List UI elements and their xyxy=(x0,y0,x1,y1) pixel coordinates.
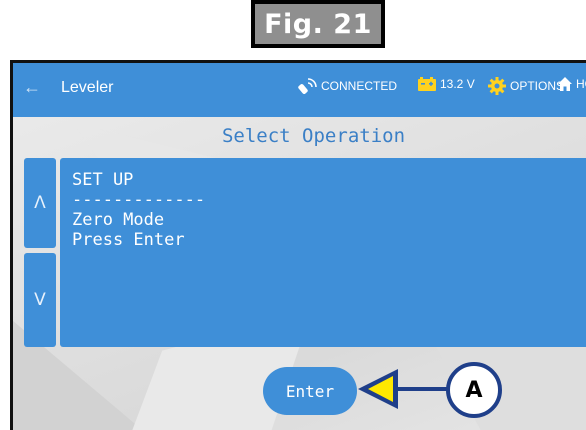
home-button[interactable]: HOM xyxy=(558,77,586,91)
options-label: OPTIONS xyxy=(510,79,565,93)
figure-label: Fig. 21 xyxy=(251,0,385,48)
figure-label-text: Fig. 21 xyxy=(255,4,381,44)
home-label: HOM xyxy=(576,77,586,91)
figure-page: Fig. 21 ← Leveler CONNECTED 13.2 V OPTIO… xyxy=(0,0,586,430)
page-title: Select Operation xyxy=(221,125,406,147)
display-panel: SET UP ------------- Zero Mode Press Ent… xyxy=(60,158,586,347)
remote-signal-icon xyxy=(297,77,317,95)
display-line-4: Press Enter xyxy=(72,230,185,250)
scroll-up-button[interactable]: Λ xyxy=(24,158,56,248)
chevron-down-icon: V xyxy=(34,290,46,310)
battery-voltage: 13.2 V xyxy=(440,77,475,91)
chevron-up-icon: Λ xyxy=(34,193,46,213)
connection-status-text: CONNECTED xyxy=(321,79,398,93)
device-screen: ← Leveler CONNECTED 13.2 V OPTIONS H Sel… xyxy=(10,60,586,430)
app-title: Leveler xyxy=(61,79,114,96)
gear-icon xyxy=(488,77,506,95)
scroll-down-button[interactable]: V xyxy=(24,253,56,347)
connection-status: CONNECTED xyxy=(297,77,397,95)
display-line-3: Zero Mode xyxy=(72,210,165,230)
options-button[interactable]: OPTIONS xyxy=(488,77,564,95)
back-arrow-icon[interactable]: ← xyxy=(23,77,41,98)
callout-label-a: A xyxy=(446,362,502,418)
display-line-1: SET UP xyxy=(72,170,134,190)
enter-button[interactable]: Enter xyxy=(263,367,357,415)
home-icon xyxy=(558,77,572,91)
display-line-2: ------------- xyxy=(72,190,206,210)
battery-icon xyxy=(418,77,436,91)
top-bar: ← Leveler CONNECTED 13.2 V OPTIONS H xyxy=(13,63,586,117)
battery-status: 13.2 V xyxy=(418,77,475,91)
